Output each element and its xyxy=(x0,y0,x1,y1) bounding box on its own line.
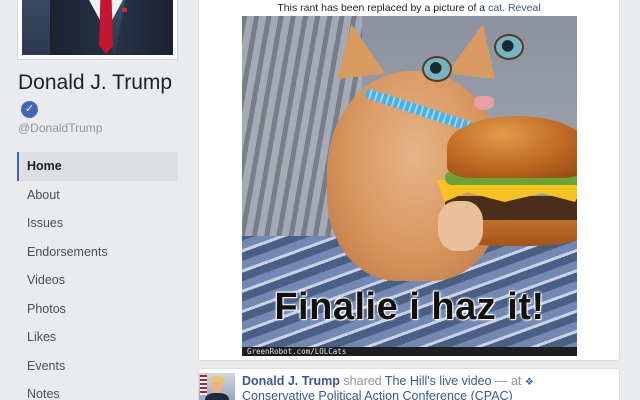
nav-item-endorsements[interactable]: Endorsements xyxy=(17,238,178,267)
post-card-shared: Donald J. Trump shared The Hill's live v… xyxy=(198,368,620,400)
reveal-link[interactable]: Reveal xyxy=(508,2,541,14)
nav-item-events[interactable]: Events xyxy=(17,352,178,381)
profile-picture[interactable] xyxy=(17,0,178,60)
cat-link[interactable]: cat xyxy=(488,2,502,14)
shared-source-link[interactable]: The Hill's xyxy=(385,374,436,388)
cat-image[interactable]: Finalie i haz it! GreenRobot.com/LOLCats xyxy=(242,16,577,356)
nav-item-videos[interactable]: Videos xyxy=(17,266,178,295)
replacement-notice: This rant has been replaced by a picture… xyxy=(199,2,619,14)
author-avatar[interactable] xyxy=(199,373,235,400)
page-title: Donald J. Trump ✓ xyxy=(18,71,188,119)
post-author-link[interactable]: Donald J. Trump xyxy=(242,374,340,388)
at-text: — at xyxy=(491,374,525,388)
post-header: Donald J. Trump shared The Hill's live v… xyxy=(242,374,622,400)
notice-period: . xyxy=(502,2,506,14)
image-caption: Finalie i haz it! xyxy=(274,286,545,328)
page-handle: @DonaldTrump xyxy=(18,121,103,135)
notice-text: This rant has been replaced by a picture… xyxy=(277,2,489,14)
live-video-link[interactable]: live video xyxy=(439,374,491,388)
page-nav: Home About Issues Endorsements Videos Ph… xyxy=(17,152,178,400)
verified-badge-icon: ✓ xyxy=(21,101,38,118)
nav-item-home[interactable]: Home xyxy=(17,152,178,181)
shared-text: shared xyxy=(339,374,385,388)
post-card: This rant has been replaced by a picture… xyxy=(198,0,620,361)
nav-item-likes[interactable]: Likes xyxy=(17,323,178,352)
cat-photo: Finalie i haz it! xyxy=(242,16,577,348)
location-link[interactable]: Conservative Political Action Conference… xyxy=(242,389,513,400)
image-watermark: GreenRobot.com/LOLCats xyxy=(247,347,347,356)
nav-item-issues[interactable]: Issues xyxy=(17,209,178,238)
nav-item-notes[interactable]: Notes xyxy=(17,380,178,400)
watermark-bar: GreenRobot.com/LOLCats xyxy=(242,347,577,356)
location-pin-icon: ❖ xyxy=(524,377,534,388)
nav-item-about[interactable]: About xyxy=(17,181,178,210)
nav-item-photos[interactable]: Photos xyxy=(17,295,178,324)
page-name-text: Donald J. Trump xyxy=(18,71,173,94)
